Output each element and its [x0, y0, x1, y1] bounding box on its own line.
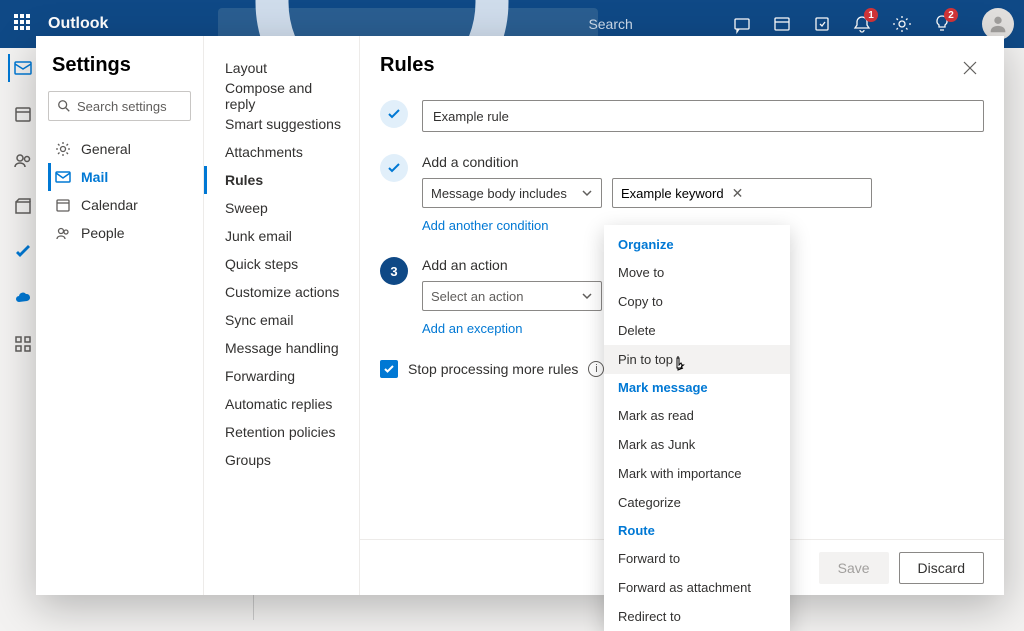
my-day-icon[interactable] — [812, 14, 832, 34]
gear-icon — [55, 141, 71, 157]
settings-nav: Settings Search settings General Mail Ca… — [36, 36, 204, 595]
meet-now-icon[interactable] — [772, 14, 792, 34]
discard-button[interactable]: Discard — [899, 552, 984, 584]
menu-item-delete[interactable]: Delete — [604, 316, 790, 345]
chevron-down-icon — [581, 290, 593, 302]
settings-gear-icon[interactable] — [892, 14, 912, 34]
subnav-smart[interactable]: Smart suggestions — [204, 110, 359, 138]
rule-step-condition: Add a condition Message body includes Ex… — [380, 154, 984, 235]
subnav-compose[interactable]: Compose and reply — [204, 82, 359, 110]
tips-badge: 2 — [944, 8, 958, 22]
menu-item-copy-to[interactable]: Copy to — [604, 287, 790, 316]
subnav-customize[interactable]: Customize actions — [204, 278, 359, 306]
subnav-retention[interactable]: Retention policies — [204, 418, 359, 446]
menu-group-header: Mark message — [604, 374, 790, 401]
chevron-down-icon — [581, 187, 593, 199]
add-exception-link[interactable]: Add an exception — [422, 321, 522, 336]
brand-label: Outlook — [48, 15, 108, 33]
close-icon — [963, 61, 977, 75]
step-done-icon — [380, 100, 408, 128]
teams-chat-icon[interactable] — [732, 14, 752, 34]
subnav-quicksteps[interactable]: Quick steps — [204, 250, 359, 278]
tips-icon[interactable]: 2 — [932, 14, 952, 34]
settings-subnav: Layout Compose and reply Smart suggestio… — [204, 36, 360, 595]
subnav-sync[interactable]: Sync email — [204, 306, 359, 334]
rail-calendar-icon[interactable] — [8, 100, 36, 128]
settings-search-placeholder: Search settings — [77, 99, 167, 114]
action-dropdown-menu: Organize Move to Copy to Delete Pin to t… — [604, 225, 790, 631]
menu-item-categorize[interactable]: Categorize — [604, 488, 790, 517]
rule-step-name — [380, 100, 984, 132]
step-title: Add a condition — [422, 154, 984, 170]
add-condition-link[interactable]: Add another condition — [422, 218, 548, 233]
subnav-forwarding[interactable]: Forwarding — [204, 362, 359, 390]
rail-todo-icon[interactable] — [8, 238, 36, 266]
app-launcher-icon[interactable] — [14, 14, 34, 34]
global-search-placeholder: Search — [588, 16, 632, 32]
menu-item-mark-junk[interactable]: Mark as Junk — [604, 430, 790, 459]
notifications-icon[interactable]: 1 — [852, 14, 872, 34]
remove-chip-icon[interactable]: ✕ — [732, 185, 744, 202]
info-icon[interactable]: i — [588, 361, 604, 377]
menu-group-header: Organize — [604, 231, 790, 258]
subnav-handling[interactable]: Message handling — [204, 334, 359, 362]
rail-onedrive-icon[interactable] — [8, 284, 36, 312]
notification-badge: 1 — [864, 8, 878, 22]
menu-item-pin-to-top[interactable]: Pin to top — [604, 345, 790, 374]
action-select[interactable]: Select an action — [422, 281, 602, 311]
menu-item-move-to[interactable]: Move to — [604, 258, 790, 287]
mail-icon — [55, 169, 71, 185]
step-done-icon — [380, 154, 408, 182]
close-button[interactable] — [956, 54, 984, 82]
subnav-sweep[interactable]: Sweep — [204, 194, 359, 222]
nav-people[interactable]: People — [48, 219, 191, 247]
menu-item-forward-attachment[interactable]: Forward as attachment — [604, 573, 790, 602]
menu-item-mark-importance[interactable]: Mark with importance — [604, 459, 790, 488]
subnav-junk[interactable]: Junk email — [204, 222, 359, 250]
subnav-groups[interactable]: Groups — [204, 446, 359, 474]
nav-mail[interactable]: Mail — [48, 163, 191, 191]
stop-processing-checkbox[interactable] — [380, 360, 398, 378]
nav-calendar[interactable]: Calendar — [48, 191, 191, 219]
rail-more-apps-icon[interactable] — [8, 330, 36, 358]
step-number-badge: 3 — [380, 257, 408, 285]
save-button[interactable]: Save — [819, 552, 889, 584]
check-icon — [383, 363, 395, 375]
menu-item-mark-read[interactable]: Mark as read — [604, 401, 790, 430]
subnav-rules[interactable]: Rules — [204, 166, 359, 194]
subnav-attachments[interactable]: Attachments — [204, 138, 359, 166]
search-icon — [57, 99, 71, 113]
calendar-icon — [55, 197, 71, 213]
rail-files-icon[interactable] — [8, 192, 36, 220]
panel-title: Rules — [380, 54, 434, 77]
rail-people-icon[interactable] — [8, 146, 36, 174]
menu-item-redirect-to[interactable]: Redirect to — [604, 602, 790, 631]
people-icon — [55, 225, 71, 241]
stop-processing-label: Stop processing more rules — [408, 361, 578, 377]
menu-item-forward-to[interactable]: Forward to — [604, 544, 790, 573]
subnav-autoreply[interactable]: Automatic replies — [204, 390, 359, 418]
menu-group-header: Route — [604, 517, 790, 544]
settings-title: Settings — [48, 54, 191, 77]
subnav-layout[interactable]: Layout — [204, 54, 359, 82]
condition-type-select[interactable]: Message body includes — [422, 178, 602, 208]
rail-mail-icon[interactable] — [8, 54, 36, 82]
nav-general[interactable]: General — [48, 135, 191, 163]
settings-dialog: Settings Search settings General Mail Ca… — [36, 36, 1004, 595]
settings-search[interactable]: Search settings — [48, 91, 191, 121]
rule-name-input[interactable] — [422, 100, 984, 132]
condition-value-chip[interactable]: Example keyword ✕ — [612, 178, 872, 208]
